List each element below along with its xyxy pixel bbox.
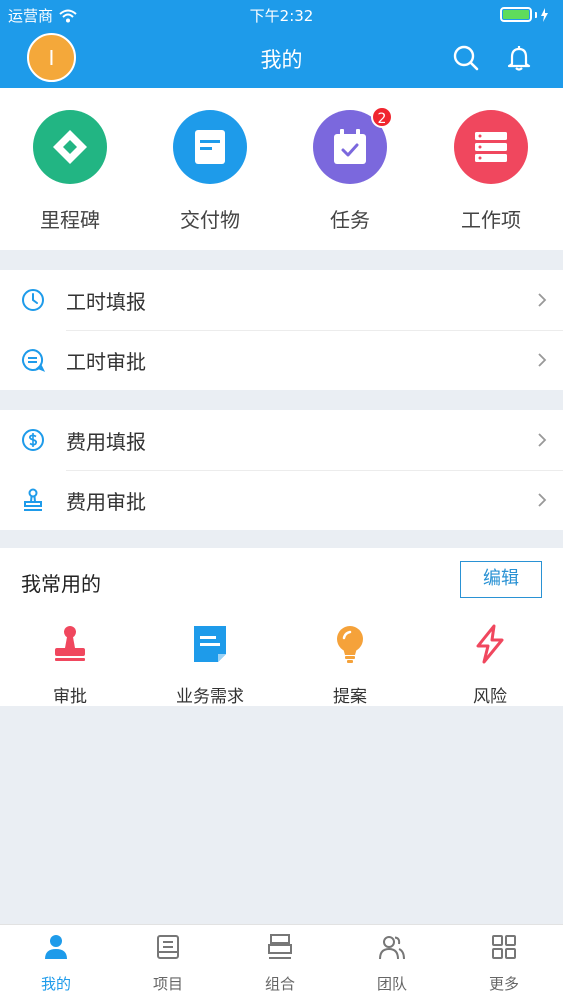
grid-icon xyxy=(492,935,516,959)
row-expense-fill[interactable]: 费用填报 xyxy=(0,410,563,470)
tab-label: 项目 xyxy=(152,975,183,993)
chevron-right-icon xyxy=(538,293,547,307)
row-label: 费用填报 xyxy=(66,429,146,454)
row-label: 费用审批 xyxy=(66,489,146,514)
quick-item-milestone[interactable]: 里程碑 xyxy=(10,110,130,233)
tab-label: 组合 xyxy=(264,975,295,993)
quick-actions: 里程碑 交付物 2 任务 工作项 xyxy=(0,88,563,250)
chevron-right-icon xyxy=(538,433,547,447)
charging-bolt-icon xyxy=(541,7,548,22)
favorite-requirement[interactable]: 业务需求 xyxy=(140,624,280,707)
bell-icon[interactable] xyxy=(505,44,533,72)
tab-label: 团队 xyxy=(376,975,407,993)
row-timesheet-approve[interactable]: 工时审批 xyxy=(0,330,563,390)
stamp-icon xyxy=(24,488,42,511)
expense-group: 费用填报 费用审批 xyxy=(0,410,563,530)
server-list-icon xyxy=(454,110,528,184)
lightning-icon xyxy=(476,624,504,664)
dollar-icon xyxy=(22,429,44,451)
team-icon xyxy=(379,936,405,960)
favorite-label: 业务需求 xyxy=(176,687,244,707)
favorites-title: 我常用的 xyxy=(21,572,101,596)
quick-item-deliverable[interactable]: 交付物 xyxy=(150,110,270,233)
tab-bar: 我的 项目 组合 团队 更多 xyxy=(0,924,563,1000)
milestone-icon xyxy=(33,110,107,184)
row-label: 工时填报 xyxy=(66,289,146,314)
chat-approve-icon xyxy=(22,349,45,372)
tab-mine[interactable]: 我的 xyxy=(0,933,112,994)
edit-button[interactable]: 编辑 xyxy=(460,561,542,598)
favorites-section: 我常用的 编辑 审批 业务需求 提案 风险 xyxy=(0,548,563,707)
tab-label: 我的 xyxy=(40,975,71,993)
clock-icon xyxy=(22,289,44,311)
timesheet-group: 工时填报 工时审批 xyxy=(0,270,563,390)
document-icon xyxy=(194,626,226,662)
quick-label: 任务 xyxy=(330,208,370,232)
quick-item-task[interactable]: 2 任务 xyxy=(290,106,410,233)
favorite-label: 风险 xyxy=(473,687,507,707)
tab-label: 更多 xyxy=(488,975,519,993)
favorite-approval[interactable]: 审批 xyxy=(0,624,140,707)
favorite-risk[interactable]: 风险 xyxy=(420,624,560,707)
lightbulb-icon xyxy=(337,626,363,663)
battery-icon xyxy=(500,7,549,22)
quick-label: 里程碑 xyxy=(40,208,100,232)
tab-more[interactable]: 更多 xyxy=(448,933,560,994)
quick-item-workitem[interactable]: 工作项 xyxy=(431,110,551,233)
document-icon xyxy=(173,110,247,184)
favorite-label: 提案 xyxy=(333,687,367,707)
row-timesheet-fill[interactable]: 工时填报 xyxy=(0,270,563,330)
chevron-right-icon xyxy=(538,353,547,367)
portfolio-icon xyxy=(268,934,292,959)
status-time: 下午2:32 xyxy=(249,7,314,25)
tab-team[interactable]: 团队 xyxy=(336,933,448,994)
status-bar: 运营商 下午2:32 xyxy=(0,0,563,30)
tab-portfolio[interactable]: 组合 xyxy=(224,933,336,994)
quick-label: 工作项 xyxy=(461,208,521,232)
stamp-icon xyxy=(55,626,85,661)
favorite-label: 审批 xyxy=(53,687,87,707)
row-expense-approve[interactable]: 费用审批 xyxy=(0,470,563,530)
quick-label: 交付物 xyxy=(180,208,240,232)
person-icon xyxy=(45,935,67,959)
project-icon xyxy=(157,935,179,959)
header-bar: 运营商 下午2:32 I 我的 xyxy=(0,0,563,88)
task-count-badge: 2 xyxy=(371,106,393,128)
chevron-right-icon xyxy=(538,493,547,507)
search-icon[interactable] xyxy=(452,44,480,72)
row-label: 工时审批 xyxy=(66,349,146,374)
favorite-proposal[interactable]: 提案 xyxy=(280,624,420,707)
task-calendar-icon: 2 xyxy=(313,106,393,184)
tab-project[interactable]: 项目 xyxy=(112,933,224,994)
